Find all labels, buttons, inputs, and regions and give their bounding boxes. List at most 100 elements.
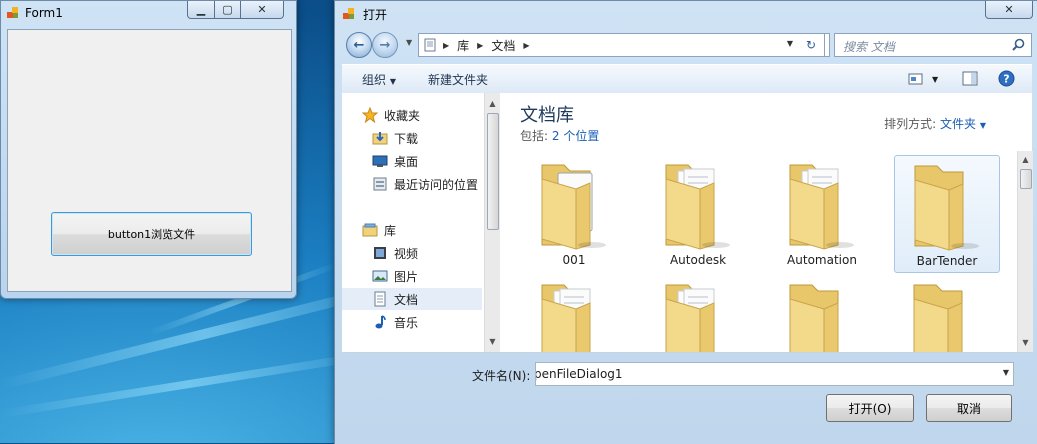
- organize-menu[interactable]: 组织 ▼: [362, 71, 396, 88]
- content-scrollbar[interactable]: ▲ ▼: [1017, 151, 1033, 352]
- dialog-content: 收藏夹 下载 桌面 最近访问的位置 库 视频 图片 文档 音乐 ▲ ▼ 文档库 …: [342, 93, 1033, 353]
- scroll-down-arrow-icon[interactable]: ▼: [485, 334, 500, 349]
- open-file-dialog: 打开 ✕ ← → ▼ ▶ 库 ▶ 文档 ▶ ▼ ↻ 搜索 文档 组织 ▼ 新建文…: [334, 0, 1037, 444]
- nav-desktop[interactable]: 桌面: [342, 150, 482, 172]
- filename-combobox[interactable]: penFileDialog1 ▼: [535, 362, 1014, 386]
- star-icon: [362, 107, 378, 123]
- document-icon: [374, 291, 386, 307]
- view-options[interactable]: ▼: [908, 70, 938, 88]
- content-scroll-thumb[interactable]: [1020, 169, 1032, 189]
- dialog-bottom: 文件名(N): penFileDialog1 ▼ 打开(O) 取消: [342, 353, 1032, 444]
- chevron-right-icon[interactable]: ▶: [443, 41, 449, 50]
- navigation-pane: 收藏夹 下载 桌面 最近访问的位置 库 视频 图片 文档 音乐: [342, 93, 482, 352]
- form1-title: Form1: [25, 6, 63, 20]
- folder-item[interactable]: [770, 275, 874, 352]
- chevron-down-icon: ▼: [932, 74, 939, 84]
- nav-pictures-label: 图片: [394, 269, 419, 284]
- view-mode-icon: [908, 73, 923, 85]
- breadcrumb-documents[interactable]: 文档: [491, 37, 515, 54]
- breadcrumb-library[interactable]: 库: [457, 37, 469, 54]
- search-input[interactable]: 搜索 文档: [834, 33, 1032, 57]
- search-placeholder: 搜索 文档: [843, 40, 895, 54]
- folder-item[interactable]: [646, 275, 750, 352]
- dialog-titlebar[interactable]: 打开 ✕: [335, 1, 1037, 25]
- folder-item[interactable]: 001: [522, 155, 626, 271]
- form1-titlebar[interactable]: Form1 ▁ ▢ ✕: [1, 1, 296, 25]
- scroll-up-arrow-icon[interactable]: ▲: [1018, 152, 1033, 167]
- dialog-caption-buttons: ✕: [985, 1, 1033, 19]
- folder-item[interactable]: Automation: [770, 155, 874, 271]
- app-icon: [343, 8, 354, 19]
- dialog-close-button[interactable]: ✕: [985, 1, 1033, 19]
- chevron-down-icon: ▼: [979, 121, 986, 130]
- arrow-left-icon: ←: [353, 37, 365, 53]
- recent-pages-dropdown[interactable]: ▼: [406, 38, 412, 47]
- address-dropdown-icon[interactable]: ▼: [787, 39, 793, 48]
- scroll-up-arrow-icon[interactable]: ▲: [485, 96, 500, 111]
- nav-videos[interactable]: 视频: [342, 242, 482, 264]
- folder-icon: [913, 284, 963, 352]
- folder-name: Autodesk: [669, 253, 727, 267]
- forward-button[interactable]: →: [372, 32, 398, 58]
- nav-pictures[interactable]: 图片: [342, 265, 482, 287]
- folder-item[interactable]: BarTender: [894, 155, 1000, 273]
- nav-desktop-label: 桌面: [394, 154, 419, 169]
- address-bar[interactable]: ▶ 库 ▶ 文档 ▶ ▼: [418, 33, 830, 57]
- preview-pane-icon[interactable]: [962, 71, 978, 86]
- arrange-by-dropdown[interactable]: 文件夹 ▼: [940, 117, 986, 131]
- nav-pane-scrollbar[interactable]: ▲ ▼: [484, 93, 500, 352]
- nav-documents[interactable]: 文档: [342, 288, 482, 310]
- maximize-button[interactable]: ▢: [215, 1, 241, 19]
- scroll-down-arrow-icon[interactable]: ▼: [1018, 335, 1033, 350]
- help-icon[interactable]: ?: [998, 70, 1015, 87]
- picture-icon: [372, 270, 388, 282]
- form1-window: Form1 ▁ ▢ ✕ button1浏览文件: [0, 0, 297, 299]
- includes-locations-link[interactable]: 2 个位置: [552, 129, 599, 143]
- library-header: 文档库 包括: 2 个位置 排列方式: 文件夹 ▼: [514, 93, 1024, 151]
- filename-label: 文件名(N):: [472, 369, 531, 383]
- nav-downloads[interactable]: 下载: [342, 127, 482, 149]
- back-forward-group: ← →: [344, 30, 408, 58]
- chevron-right-icon[interactable]: ▶: [523, 41, 529, 50]
- folder-icon: [665, 164, 730, 250]
- folder-icon: [789, 284, 839, 352]
- browse-file-button[interactable]: button1浏览文件: [51, 212, 252, 256]
- arrow-right-icon: →: [379, 37, 391, 53]
- folder-item[interactable]: [894, 275, 998, 352]
- nav-libraries[interactable]: 库: [342, 219, 482, 241]
- new-folder-button[interactable]: 新建文件夹: [428, 71, 488, 88]
- library-icon: [362, 223, 378, 237]
- cancel-button[interactable]: 取消: [926, 394, 1012, 422]
- nav-recent[interactable]: 最近访问的位置: [342, 173, 482, 195]
- refresh-button[interactable]: ↻: [798, 33, 825, 57]
- close-button[interactable]: ✕: [241, 1, 284, 19]
- maximize-icon: ▢: [222, 3, 233, 16]
- nav-music-label: 音乐: [394, 315, 419, 330]
- dialog-title: 打开: [363, 8, 388, 22]
- folder-item[interactable]: Autodesk: [646, 155, 750, 271]
- nav-music[interactable]: 音乐: [342, 311, 482, 333]
- includes-label: 包括:: [520, 129, 549, 143]
- folder-icon: [914, 165, 979, 251]
- minimize-button[interactable]: ▁: [187, 1, 215, 19]
- close-icon: ✕: [1004, 3, 1014, 16]
- music-icon: [375, 315, 386, 329]
- back-button[interactable]: ←: [346, 32, 372, 58]
- downloads-folder-icon: [372, 132, 388, 145]
- arrange-label: 排列方式:: [884, 117, 937, 131]
- nav-favorites[interactable]: 收藏夹: [342, 104, 482, 126]
- library-title: 文档库: [520, 105, 574, 126]
- video-icon: [374, 247, 386, 259]
- form1-client-area: button1浏览文件: [7, 29, 292, 292]
- nav-scroll-thumb[interactable]: [487, 113, 499, 230]
- recent-places-icon: [373, 177, 387, 191]
- arrange-by: 排列方式: 文件夹 ▼: [884, 115, 986, 132]
- document-icon: [424, 38, 436, 52]
- open-button[interactable]: 打开(O): [826, 394, 914, 422]
- search-icon[interactable]: [1012, 38, 1025, 51]
- arrange-value: 文件夹: [940, 117, 977, 131]
- chevron-right-icon[interactable]: ▶: [477, 41, 483, 50]
- folder-item[interactable]: [522, 275, 626, 352]
- filename-value[interactable]: penFileDialog1: [536, 367, 623, 381]
- chevron-down-icon[interactable]: ▼: [1003, 368, 1009, 377]
